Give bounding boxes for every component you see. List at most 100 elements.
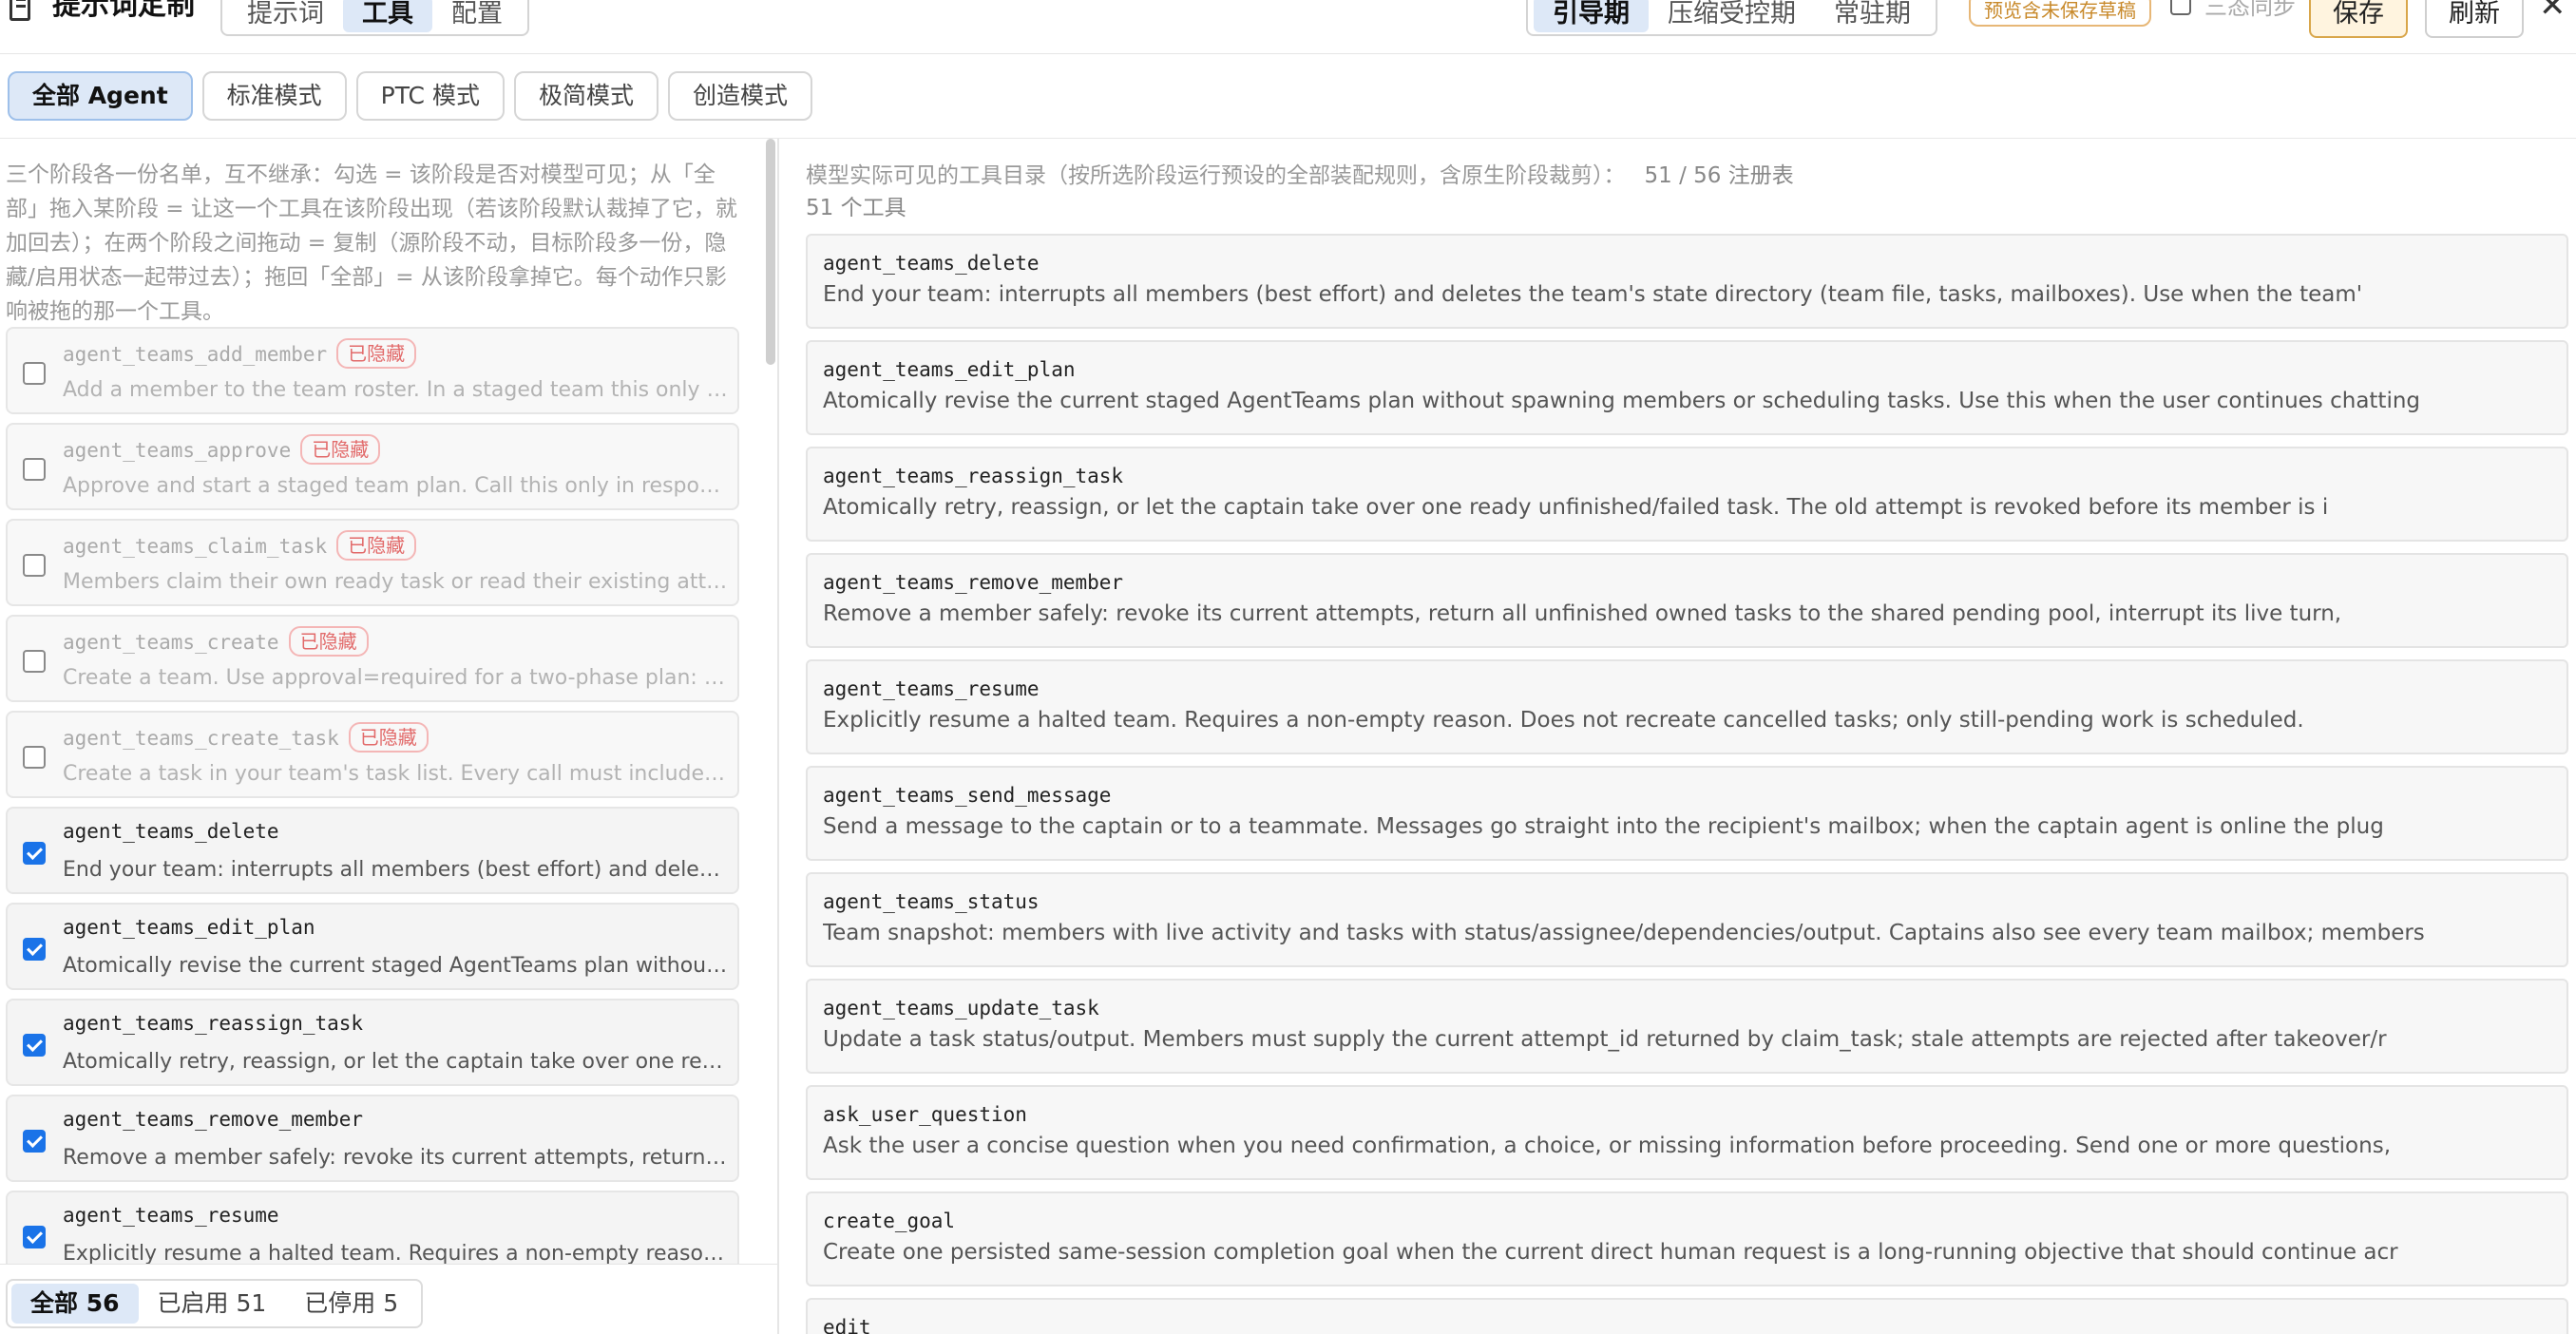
hidden-status-badge: 已隐藏 xyxy=(288,626,369,657)
tool-visibility-checkbox[interactable] xyxy=(23,362,46,385)
mode-all-agent[interactable]: 全部 Agent xyxy=(8,71,193,121)
visible-tool-description: Atomically retry, reassign, or let the c… xyxy=(823,495,2329,520)
tab-phase-resident[interactable]: 常驻期 xyxy=(1815,0,1930,32)
mode-creative[interactable]: 创造模式 xyxy=(667,71,812,121)
tool-item[interactable]: agent_teams_resume Explicitly resume a ha… xyxy=(6,1191,739,1264)
tool-visibility-checkbox[interactable] xyxy=(23,650,46,673)
tool-description: Create a task in your team's task list. … xyxy=(63,762,728,786)
tool-visibility-checkbox[interactable] xyxy=(23,842,46,865)
tri-state-sync-checkbox[interactable] xyxy=(2170,0,2191,15)
tool-description: Remove a member safely: revoke its curre… xyxy=(63,1146,728,1170)
tool-item[interactable]: agent_teams_create 已隐藏 Create a team. Use … xyxy=(6,615,739,702)
tool-name: agent_teams_add_member 已隐藏 xyxy=(63,338,417,371)
tab-config[interactable]: 配置 xyxy=(432,0,522,32)
tool-name-text: agent_teams_reassign_task xyxy=(63,1012,364,1035)
tool-name: agent_teams_claim_task 已隐藏 xyxy=(63,530,417,562)
visible-tool-item: agent_teams_reassign_task Atomically retr… xyxy=(806,447,2568,542)
visible-tool-name: edit xyxy=(823,1316,871,1334)
document-icon xyxy=(10,0,30,21)
tri-state-sync-label: 三态同步 xyxy=(2204,0,2296,20)
visible-tool-item: agent_teams_remove_member Remove a member… xyxy=(806,553,2568,648)
tool-visibility-checkbox[interactable] xyxy=(23,458,46,481)
phase-tab-group: 引导期 压缩受控期 常驻期 xyxy=(1526,0,1937,36)
mode-minimal[interactable]: 极简模式 xyxy=(513,71,658,121)
tool-name: agent_teams_edit_plan xyxy=(63,916,315,939)
tool-name: agent_teams_reassign_task xyxy=(63,1012,363,1035)
tool-visibility-checkbox[interactable] xyxy=(23,554,46,577)
visible-tool-count: 51 个工具 xyxy=(806,196,906,220)
visible-tool-name: agent_teams_resume xyxy=(823,677,1040,700)
tool-name: agent_teams_create_task 已隐藏 xyxy=(63,722,429,754)
filter-all[interactable]: 全部 56 xyxy=(11,1284,139,1324)
tool-description: Atomically retry, reassign, or let the c… xyxy=(63,1050,728,1074)
visible-tool-item: agent_teams_delete End your team: interru… xyxy=(806,234,2568,329)
tool-filter-group: 全部 56 已启用 51 已停用 5 xyxy=(6,1279,424,1328)
mode-ptc[interactable]: PTC 模式 xyxy=(355,71,505,121)
visible-tool-description: Atomically revise the current staged Age… xyxy=(823,389,2421,413)
visible-tool-name: agent_teams_edit_plan xyxy=(823,358,1076,381)
tool-name-text: agent_teams_create xyxy=(63,631,279,654)
tool-item[interactable]: agent_teams_claim_task 已隐藏 Members claim t… xyxy=(6,519,739,606)
filter-divider xyxy=(0,1264,777,1265)
top-bar: 提示词定制 提示词 工具 配置 引导期 压缩受控期 常驻期 预览含未保存草稿 三… xyxy=(0,0,2576,54)
agent-mode-row: 全部 Agent 标准模式 PTC 模式 极简模式 创造模式 xyxy=(8,71,812,121)
tool-name-text: agent_teams_create_task xyxy=(63,727,339,750)
visible-tool-item: ask_user_question Ask the user a concise … xyxy=(806,1085,2568,1180)
visible-tool-description: Remove a member safely: revoke its curre… xyxy=(823,601,2342,626)
visible-tool-item: agent_teams_send_message Send a message t… xyxy=(806,766,2568,861)
tool-item[interactable]: agent_teams_remove_member Remove a member… xyxy=(6,1095,739,1182)
visible-tool-description: Explicitly resume a halted team. Require… xyxy=(823,708,2304,733)
phase-instructions: 三个阶段各一份名单，互不继承：勾选 = 该阶段是否对模型可见；从「全部」拖入某阶… xyxy=(6,162,737,324)
tool-item[interactable]: agent_teams_delete End your team: interru… xyxy=(6,807,739,894)
tool-name-text: agent_teams_approve xyxy=(63,439,292,462)
close-icon[interactable]: ✕ xyxy=(2539,0,2566,25)
tool-name-text: agent_teams_resume xyxy=(63,1204,279,1227)
tab-phase-onboarding[interactable]: 引导期 xyxy=(1534,0,1649,32)
tool-name-text: agent_teams_claim_task xyxy=(63,535,328,558)
tool-description: Atomically revise the current staged Age… xyxy=(63,954,728,978)
page-title: 提示词定制 xyxy=(52,0,195,22)
visible-tools-heading-text: 模型实际可见的工具目录（按所选阶段运行预设的全部装配规则，含原生阶段裁剪）： xyxy=(806,163,1626,188)
tool-item[interactable]: agent_teams_reassign_task Atomically retr… xyxy=(6,999,739,1086)
visible-tool-description: Create one persisted same-session comple… xyxy=(823,1240,2398,1265)
tool-name-text: agent_teams_delete xyxy=(63,820,279,843)
tool-name-text: agent_teams_remove_member xyxy=(63,1108,364,1131)
visible-tool-item: agent_teams_edit_plan Atomically revise t… xyxy=(806,340,2568,435)
tool-name-text: agent_teams_add_member xyxy=(63,343,328,366)
filter-disabled[interactable]: 已停用 5 xyxy=(285,1284,417,1324)
draft-preview-badge: 预览含未保存草稿 xyxy=(1969,0,2151,27)
tool-name: agent_teams_remove_member xyxy=(63,1108,363,1131)
tool-visibility-checkbox[interactable] xyxy=(23,1034,46,1057)
hidden-status-badge: 已隐藏 xyxy=(336,530,417,561)
refresh-button[interactable]: 刷新 xyxy=(2425,0,2524,38)
tab-prompts[interactable]: 提示词 xyxy=(228,0,343,32)
visible-tool-name: create_goal xyxy=(823,1210,956,1232)
tab-phase-compression[interactable]: 压缩受控期 xyxy=(1649,0,1815,32)
tool-visibility-checkbox[interactable] xyxy=(23,938,46,961)
tool-visibility-checkbox[interactable] xyxy=(23,746,46,769)
tool-list: agent_teams_add_member 已隐藏 Add a member to… xyxy=(6,327,739,1264)
column-divider xyxy=(777,139,779,1334)
mode-standard[interactable]: 标准模式 xyxy=(201,71,347,121)
tool-visibility-checkbox[interactable] xyxy=(23,1226,46,1248)
filter-enabled[interactable]: 已启用 51 xyxy=(139,1284,286,1324)
visible-tool-description: Update a task status/output. Members mus… xyxy=(823,1027,2387,1052)
visible-tool-name: agent_teams_update_task xyxy=(823,997,1099,1020)
tool-item[interactable]: agent_teams_create_task 已隐藏 Create a task … xyxy=(6,711,739,798)
visible-tool-name: agent_teams_reassign_task xyxy=(823,465,1124,487)
tool-item[interactable]: agent_teams_approve 已隐藏 Approve and start … xyxy=(6,423,739,510)
save-button[interactable]: 保存 xyxy=(2309,0,2408,38)
visible-tool-name: agent_teams_remove_member xyxy=(823,571,1124,594)
tool-item[interactable]: agent_teams_edit_plan Atomically revise t… xyxy=(6,903,739,990)
tool-visibility-checkbox[interactable] xyxy=(23,1130,46,1153)
tool-list-scrollbar[interactable] xyxy=(766,139,775,365)
tool-config-panel: 三个阶段各一份名单，互不继承：勾选 = 该阶段是否对模型可见；从「全部」拖入某阶… xyxy=(0,139,777,1334)
visible-tool-item: create_goal Create one persisted same-ses… xyxy=(806,1191,2568,1286)
visible-tool-name: agent_teams_send_message xyxy=(823,784,1112,807)
visible-tool-item: agent_teams_update_task Update a task sta… xyxy=(806,979,2568,1074)
tool-item[interactable]: agent_teams_add_member 已隐藏 Add a member to… xyxy=(6,327,739,414)
tool-name-text: agent_teams_edit_plan xyxy=(63,916,315,939)
visible-tool-name: agent_teams_status xyxy=(823,890,1040,913)
tool-name: agent_teams_create 已隐藏 xyxy=(63,626,369,658)
tab-tools[interactable]: 工具 xyxy=(343,0,432,32)
